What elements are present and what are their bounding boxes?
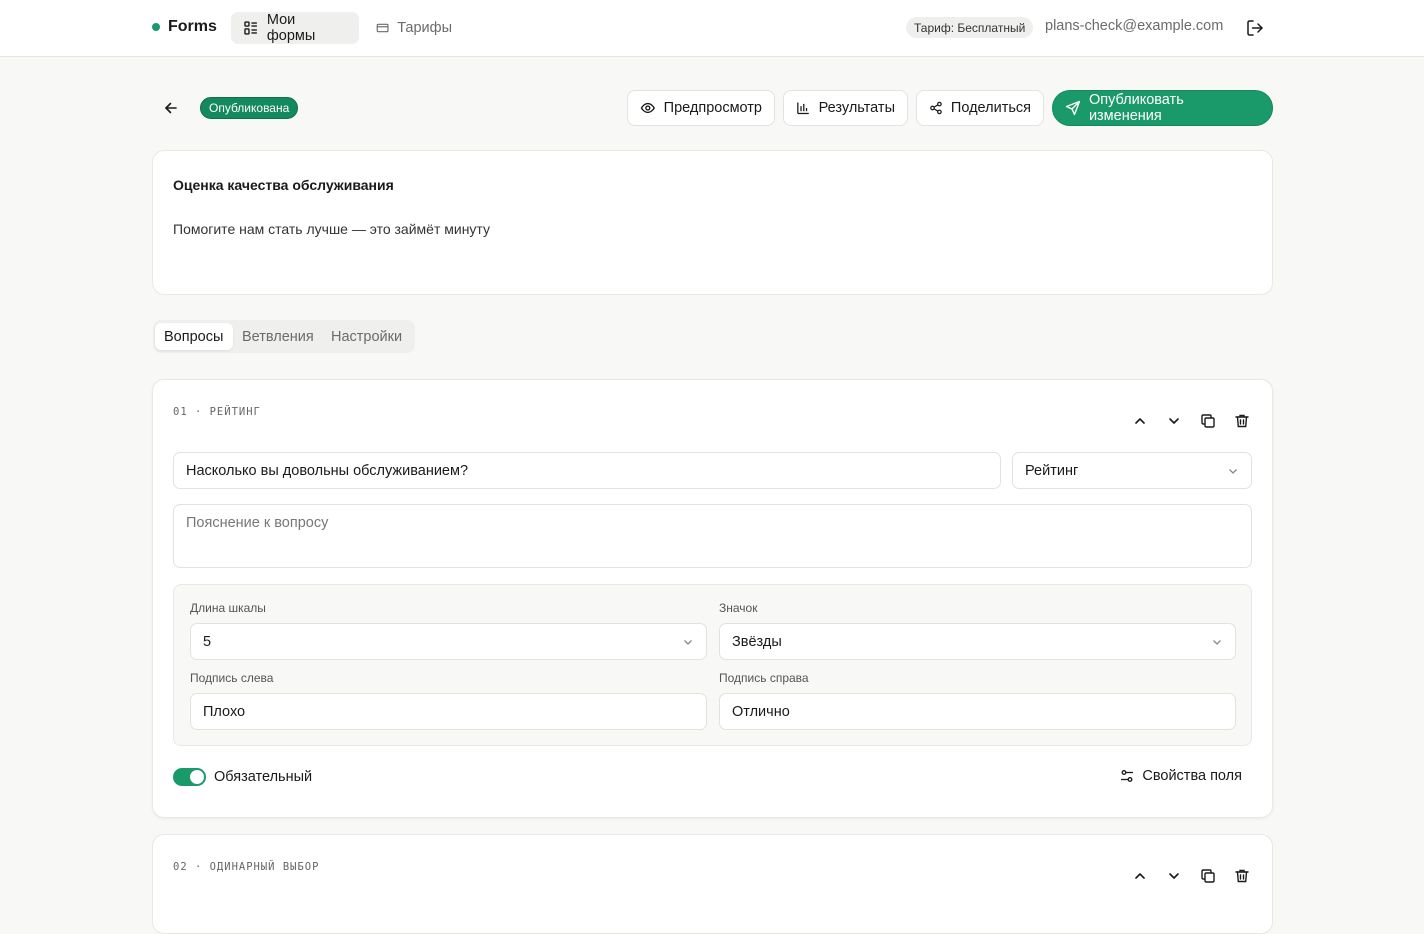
chevron-down-icon <box>1169 873 1179 879</box>
status-badge: Опубликована <box>200 97 299 119</box>
right-caption-value: Отлично <box>732 703 790 720</box>
icon-value: Звёзды <box>732 633 782 650</box>
back-button[interactable] <box>162 99 180 117</box>
scale-length-select[interactable]: 5 <box>190 623 707 660</box>
rating-settings: Длина шкалы 5 Значок Звёзды Подпись слев… <box>173 584 1252 746</box>
icon-label: Значок <box>719 601 758 615</box>
eye-icon <box>640 102 655 114</box>
move-up-button[interactable] <box>1130 866 1150 886</box>
send-icon <box>1065 100 1081 116</box>
chevron-down-icon <box>1229 468 1237 474</box>
top-navigation: Forms Мои формы Тарифы Тариф: Бесплатный… <box>0 0 1424 57</box>
preview-label: Предпросмотр <box>663 100 762 116</box>
chevron-up-icon <box>1135 873 1145 879</box>
scale-length-value: 5 <box>203 633 212 650</box>
field-properties-button[interactable]: Свойства поля <box>1120 768 1242 784</box>
question-type-select[interactable]: Рейтинг <box>1012 452 1252 489</box>
copy-icon <box>1201 414 1215 428</box>
logout-icon <box>1247 20 1263 36</box>
duplicate-button[interactable] <box>1198 411 1218 431</box>
question-number-type: 02 · ОДИНАРНЫЙ ВЫБОР <box>173 861 320 873</box>
question-tools <box>1130 411 1252 431</box>
icon-select[interactable]: Звёзды <box>719 623 1236 660</box>
tab-questions[interactable]: Вопросы <box>155 323 233 350</box>
nav-my-forms[interactable]: Мои формы <box>231 12 359 44</box>
user-email: plans-check@example.com <box>1045 18 1224 34</box>
field-properties-label: Свойства поля <box>1142 768 1242 784</box>
move-up-button[interactable] <box>1130 411 1150 431</box>
forms-list-icon <box>244 21 257 35</box>
toggle-knob <box>190 770 204 784</box>
chevron-down-icon <box>1213 639 1221 645</box>
required-label: Обязательный <box>214 769 313 785</box>
form-header-card: Оценка качества обслуживания Помогите на… <box>152 150 1273 295</box>
brand-logo[interactable]: Forms <box>152 18 217 36</box>
share-icon <box>930 101 942 115</box>
tab-settings[interactable]: Настройки <box>322 323 411 350</box>
question-hint-textarea[interactable]: Пояснение к вопросу <box>173 504 1252 568</box>
editor-tabs: Вопросы Ветвления Настройки <box>153 320 415 353</box>
question-type-value: Рейтинг <box>1025 462 1079 479</box>
share-button[interactable]: Поделиться <box>916 90 1044 126</box>
trash-icon <box>1235 869 1249 883</box>
brand-name: Forms <box>168 18 217 35</box>
arrow-left-icon <box>165 102 177 114</box>
nav-plans-label: Тарифы <box>397 20 452 36</box>
delete-button[interactable] <box>1232 411 1252 431</box>
delete-button[interactable] <box>1232 866 1252 886</box>
left-caption-input[interactable]: Плохо <box>190 693 707 730</box>
trash-icon <box>1235 414 1249 428</box>
move-down-button[interactable] <box>1164 866 1184 886</box>
right-caption-input[interactable]: Отлично <box>719 693 1236 730</box>
sliders-icon <box>1121 770 1134 782</box>
left-caption-label: Подпись слева <box>190 671 274 685</box>
brand-dot-icon <box>152 23 160 31</box>
copy-icon <box>1201 869 1215 883</box>
chevron-down-icon <box>684 639 692 645</box>
question-number-type: 01 · РЕЙТИНГ <box>173 406 261 418</box>
scale-length-label: Длина шкалы <box>190 601 266 615</box>
form-description[interactable]: Помогите нам стать лучше — это займёт ми… <box>173 221 490 237</box>
plan-badge: Тариф: Бесплатный <box>906 17 1034 38</box>
required-toggle[interactable] <box>173 768 206 786</box>
question-text-input[interactable]: Насколько вы довольны обслуживанием? <box>173 452 1001 489</box>
preview-button[interactable]: Предпросмотр <box>627 90 775 126</box>
duplicate-button[interactable] <box>1198 866 1218 886</box>
credit-card-icon <box>376 23 389 33</box>
right-caption-label: Подпись справа <box>719 671 809 685</box>
left-caption-value: Плохо <box>203 703 246 720</box>
tab-branching[interactable]: Ветвления <box>233 323 323 350</box>
question-card: 02 · ОДИНАРНЫЙ ВЫБОР <box>152 834 1273 934</box>
results-button[interactable]: Результаты <box>783 90 908 126</box>
logout-button[interactable] <box>1245 18 1265 38</box>
publish-label: Опубликовать изменения <box>1088 92 1184 124</box>
question-tools <box>1130 866 1252 886</box>
publish-changes-button[interactable]: Опубликовать изменения <box>1052 90 1273 126</box>
share-label: Поделиться <box>950 100 1031 116</box>
move-down-button[interactable] <box>1164 411 1184 431</box>
results-label: Результаты <box>818 100 895 116</box>
chevron-up-icon <box>1135 418 1145 424</box>
chevron-down-icon <box>1169 418 1179 424</box>
nav-plans[interactable]: Тарифы <box>364 12 464 44</box>
nav-my-forms-label: Мои формы <box>266 12 316 44</box>
form-title[interactable]: Оценка качества обслуживания <box>173 177 394 193</box>
question-card: 01 · РЕЙТИНГ Насколько вы довольны обслу… <box>152 379 1273 818</box>
bar-chart-icon <box>797 102 809 115</box>
